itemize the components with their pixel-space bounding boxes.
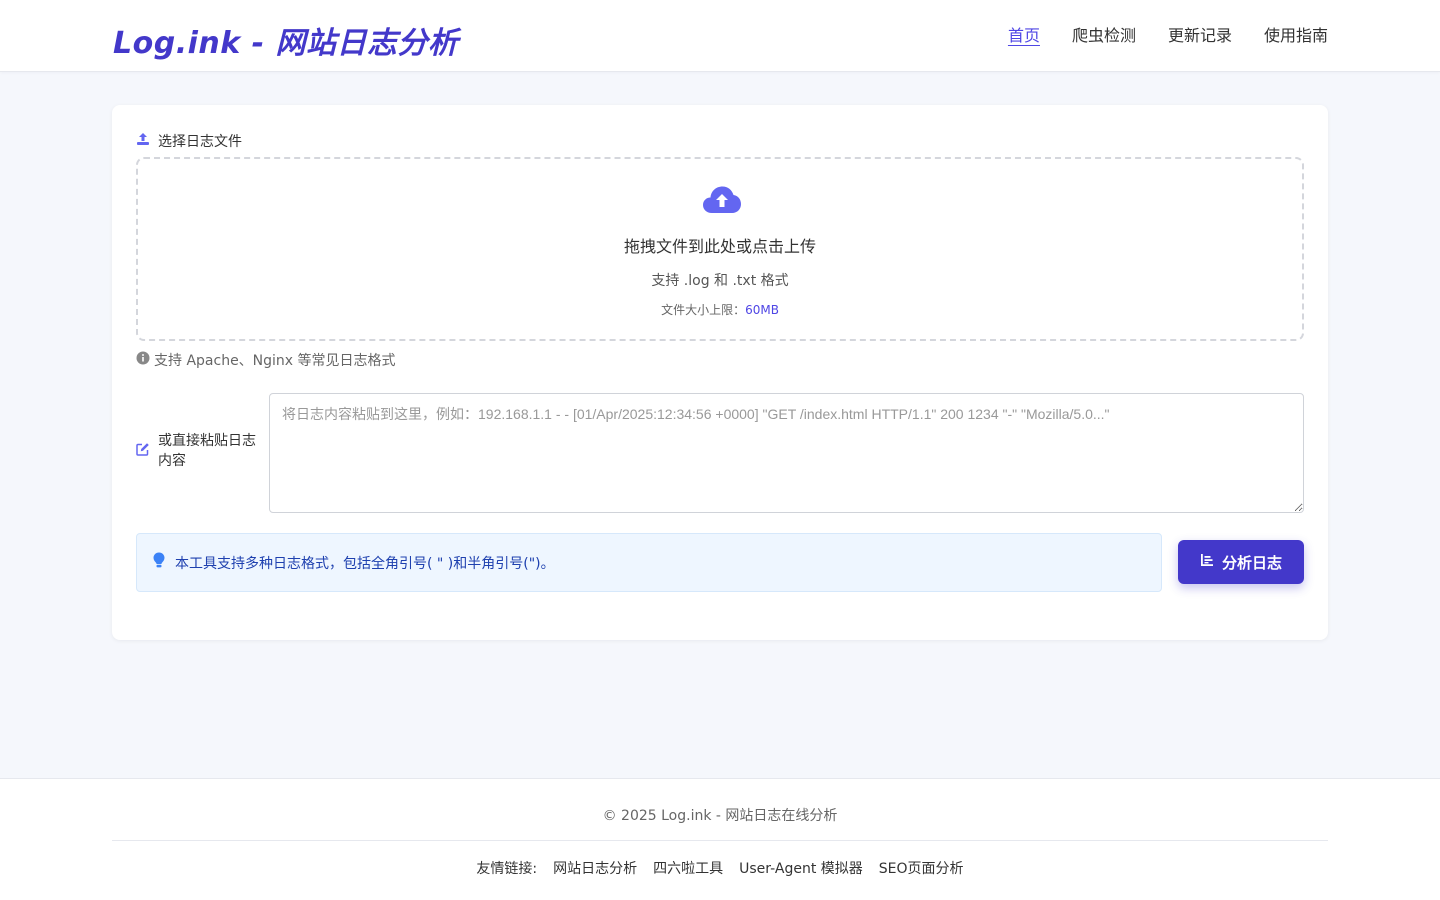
- format-tip: 本工具支持多种日志格式，包括全角引号( " )和半角引号(")。: [136, 533, 1162, 592]
- main-nav: 首页 爬虫检测 更新记录 使用指南: [1008, 24, 1328, 48]
- friend-link-log-analysis[interactable]: 网站日志分析: [553, 858, 637, 878]
- friend-links-label: 友情链接:: [476, 861, 538, 877]
- analyze-log-button[interactable]: 分析日志: [1178, 540, 1304, 584]
- log-content-input[interactable]: [269, 393, 1304, 513]
- nav-guide[interactable]: 使用指南: [1264, 24, 1328, 48]
- copyright: © 2025 Log.ink - 网站日志在线分析: [602, 808, 838, 824]
- paste-label-text: 或直接粘贴日志内容: [158, 433, 256, 469]
- footer-divider: [112, 840, 1328, 841]
- format-support-note: 支持 Apache、Nginx 等常见日志格式: [136, 350, 396, 370]
- edit-icon: [136, 442, 150, 461]
- dropzone-formats: 支持 .log 和 .txt 格式: [651, 273, 789, 289]
- nav-changelog[interactable]: 更新记录: [1168, 24, 1232, 48]
- friend-link-seo-analysis[interactable]: SEO页面分析: [879, 858, 964, 878]
- file-size-limit-label: 文件大小上限：: [661, 303, 746, 317]
- friend-link-ua-simulator[interactable]: User-Agent 模拟器: [739, 858, 863, 878]
- file-size-limit: 文件大小上限：60MB: [138, 301, 1302, 318]
- file-dropzone[interactable]: 拖拽文件到此处或点击上传 支持 .log 和 .txt 格式 文件大小上限：60…: [136, 157, 1304, 341]
- friend-link-tools[interactable]: 四六啦工具: [653, 858, 723, 878]
- format-support-text: 支持 Apache、Nginx 等常见日志格式: [154, 353, 396, 369]
- info-circle-icon: [136, 351, 150, 369]
- lightbulb-icon: [153, 552, 165, 573]
- site-header: Log.ink - 网站日志分析 首页 爬虫检测 更新记录 使用指南: [0, 0, 1440, 72]
- file-section-text: 选择日志文件: [158, 134, 242, 150]
- friend-links: 友情链接: 网站日志分析 四六啦工具 User-Agent 模拟器 SEO页面分…: [0, 858, 1440, 878]
- analyze-log-label: 分析日志: [1221, 553, 1282, 572]
- dropzone-title: 拖拽文件到此处或点击上传: [623, 237, 816, 256]
- chart-bar-icon: [1200, 553, 1214, 571]
- paste-label: 或直接粘贴日志内容: [136, 431, 266, 471]
- file-size-limit-value: 60MB: [745, 303, 779, 317]
- upload-icon: [136, 132, 150, 150]
- nav-crawler-detection[interactable]: 爬虫检测: [1072, 24, 1136, 48]
- cloud-upload-icon: [702, 185, 742, 220]
- format-tip-text: 本工具支持多种日志格式，包括全角引号( " )和半角引号(")。: [175, 555, 555, 572]
- site-footer: © 2025 Log.ink - 网站日志在线分析 友情链接: 网站日志分析 四…: [0, 778, 1440, 900]
- file-section-label: 选择日志文件: [136, 131, 242, 151]
- site-logo[interactable]: Log.ink - 网站日志分析: [113, 18, 459, 62]
- analyzer-card: 选择日志文件 拖拽文件到此处或点击上传 支持 .log 和 .txt 格式 文件…: [112, 105, 1328, 640]
- nav-home[interactable]: 首页: [1008, 24, 1040, 48]
